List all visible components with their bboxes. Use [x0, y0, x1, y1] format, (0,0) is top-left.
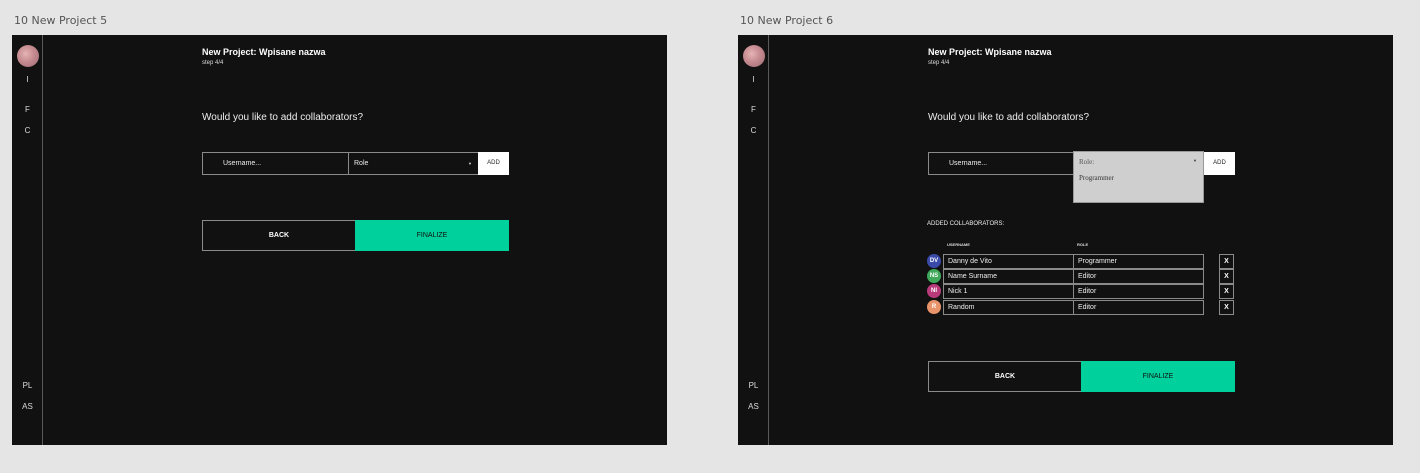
role-dropdown-label: Role: — [1079, 158, 1095, 166]
add-collaborator-button[interactable]: ADD — [478, 152, 509, 175]
frame-label: 10 New Project 5 — [14, 14, 108, 27]
sidebar-item-c[interactable]: C — [738, 126, 769, 135]
collaborator-name: Nick 1 — [943, 284, 1073, 299]
collaborator-row: NI Nick 1 Editor X — [927, 284, 1234, 299]
remove-collaborator-button[interactable]: X — [1219, 300, 1234, 315]
username-input[interactable]: Username... — [928, 152, 1075, 175]
add-collaborator-button[interactable]: ADD — [1204, 152, 1235, 175]
collaborators-question: Would you like to add collaborators? — [928, 112, 1090, 123]
collaborator-role: Programmer — [1073, 254, 1204, 269]
collaborator-role: Editor — [1073, 284, 1204, 299]
back-button[interactable]: BACK — [202, 220, 356, 251]
collaborator-role: Editor — [1073, 269, 1204, 284]
remove-collaborator-button[interactable]: X — [1219, 284, 1234, 299]
sidebar-item-pl[interactable]: PL — [738, 381, 769, 390]
role-option-programmer[interactable]: Programmer — [1079, 174, 1114, 182]
sidebar-item-pl[interactable]: PL — [12, 381, 43, 390]
sidebar-item-as[interactable]: AS — [12, 402, 43, 411]
step-indicator: step 4/4 — [202, 60, 224, 66]
user-avatar[interactable] — [743, 45, 765, 67]
sidebar-item-i[interactable]: I — [12, 75, 43, 84]
collaborator-avatar: NI — [927, 284, 941, 298]
back-button[interactable]: BACK — [928, 361, 1082, 392]
sidebar-item-i[interactable]: I — [738, 75, 769, 84]
collaborator-avatar: DV — [927, 254, 941, 268]
new-project-6-frame: I F C PL AS New Project: Wpisane nazwa s… — [738, 35, 1393, 445]
role-dropdown-open[interactable]: Role: ▼ Programmer — [1073, 151, 1204, 203]
collaborator-avatar: NS — [927, 269, 941, 283]
collaborator-name: Name Surname — [943, 269, 1073, 284]
collaborator-row: NS Name Surname Editor X — [927, 269, 1234, 284]
collaborator-avatar: R — [927, 300, 941, 314]
chevron-down-icon: ▼ — [468, 161, 472, 166]
finalize-button[interactable]: FINALIZE — [1081, 361, 1235, 392]
frame-label: 10 New Project 6 — [740, 14, 834, 27]
collaborator-role: Editor — [1073, 300, 1204, 315]
page-title: New Project: Wpisane nazwa — [928, 47, 1052, 57]
remove-collaborator-button[interactable]: X — [1219, 254, 1234, 269]
new-project-5-frame: I F C PL AS New Project: Wpisane nazwa s… — [12, 35, 667, 445]
sidebar-item-f[interactable]: F — [738, 105, 769, 114]
user-avatar[interactable] — [17, 45, 39, 67]
column-header-username: USERNAME — [947, 242, 970, 247]
sidebar: I F C PL AS — [12, 35, 43, 445]
added-collaborators-heading: ADDED COLLABORATORS: — [927, 221, 1005, 227]
step-indicator: step 4/4 — [928, 60, 950, 66]
collaborator-name: Random — [943, 300, 1073, 315]
collaborator-name: Danny de Vito — [943, 254, 1073, 269]
collaborator-row: R Random Editor X — [927, 300, 1234, 315]
sidebar: I F C PL AS — [738, 35, 769, 445]
column-header-role: ROLE — [1077, 242, 1089, 247]
finalize-button[interactable]: FINALIZE — [355, 220, 509, 251]
chevron-down-icon: ▼ — [1193, 158, 1197, 163]
collaborators-question: Would you like to add collaborators? — [202, 112, 364, 123]
collaborator-row: DV Danny de Vito Programmer X — [927, 254, 1234, 269]
username-input[interactable]: Username... — [202, 152, 349, 175]
role-select[interactable]: Role ▼ — [348, 152, 479, 175]
sidebar-item-c[interactable]: C — [12, 126, 43, 135]
role-select-label: Role — [354, 160, 369, 167]
page-title: New Project: Wpisane nazwa — [202, 47, 326, 57]
sidebar-item-as[interactable]: AS — [738, 402, 769, 411]
sidebar-item-f[interactable]: F — [12, 105, 43, 114]
remove-collaborator-button[interactable]: X — [1219, 269, 1234, 284]
